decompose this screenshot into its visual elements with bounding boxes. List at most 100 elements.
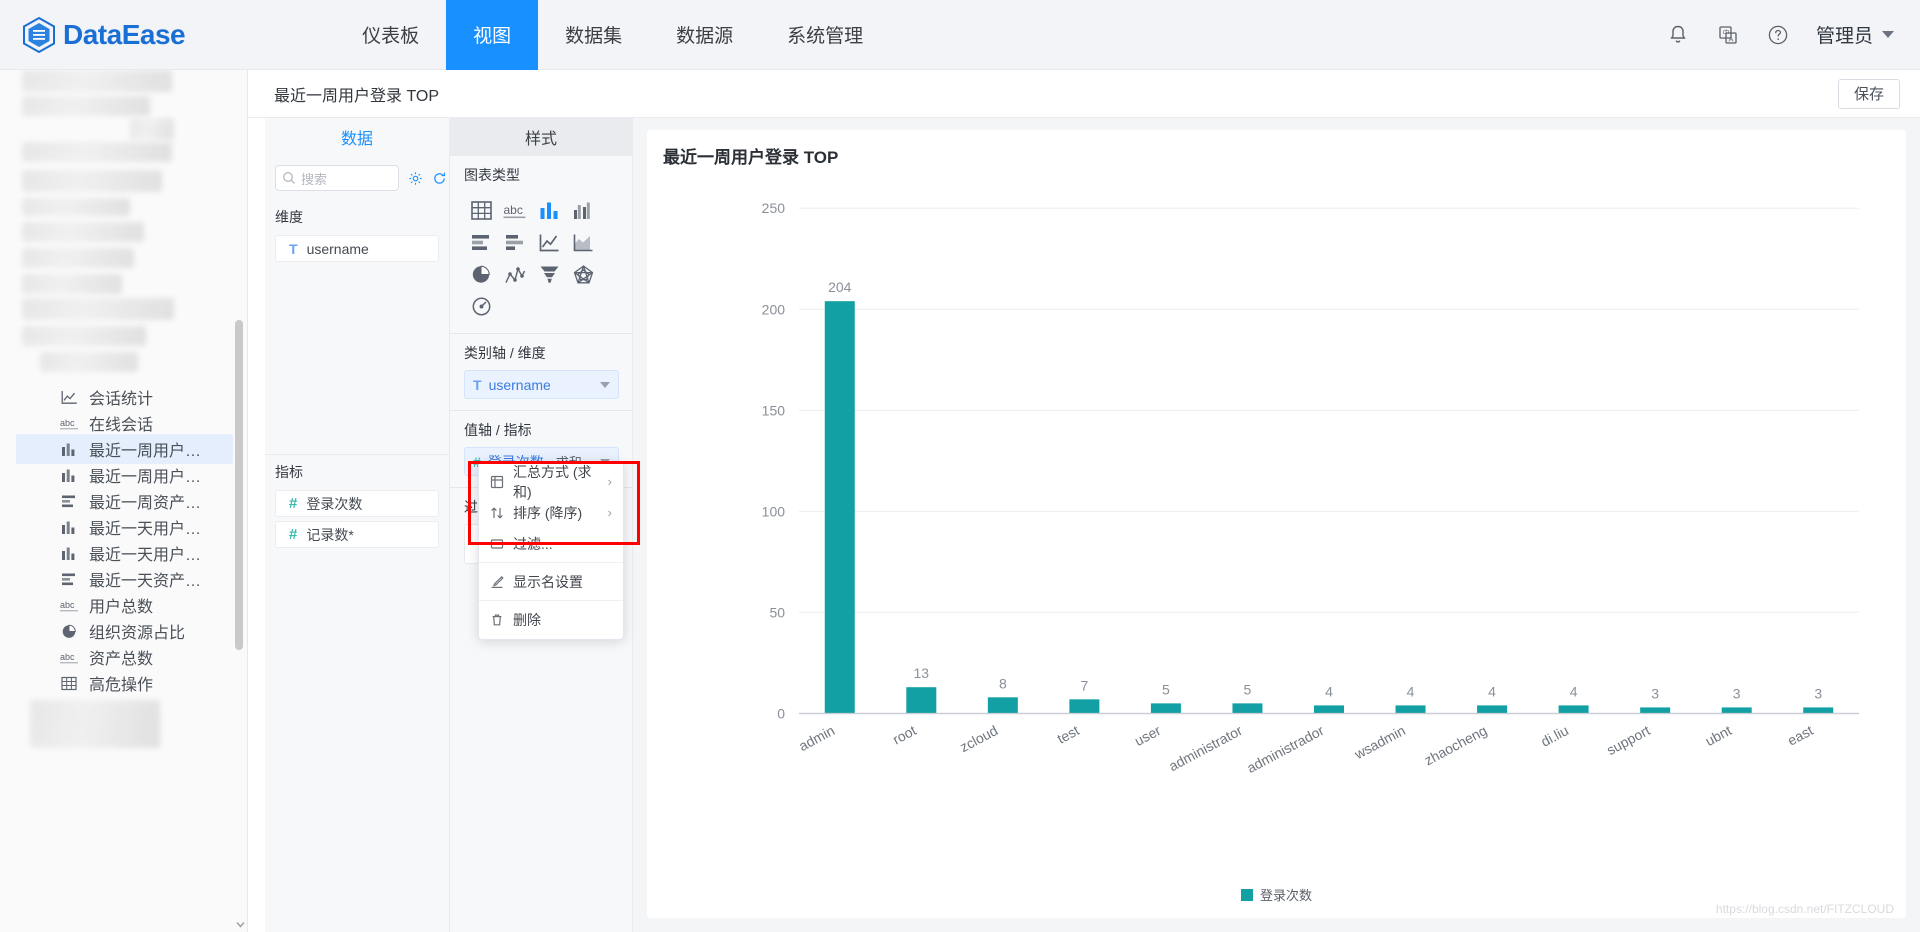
summary-icon xyxy=(490,475,504,489)
sidebar-item-label: 高危操作 xyxy=(89,677,154,694)
nav-item-dataset[interactable]: 数据集 xyxy=(538,0,649,70)
svg-text:0: 0 xyxy=(777,705,785,721)
svg-text:150: 150 xyxy=(762,402,786,418)
tab-style[interactable]: 样式 xyxy=(450,118,632,156)
chart-type-pie-icon[interactable] xyxy=(464,258,498,290)
redacted-block xyxy=(22,198,130,216)
sidebar-scrollbar-thumb[interactable] xyxy=(235,320,243,650)
metric-section: 指标 # 登录次数 # 记录数* xyxy=(265,455,449,548)
user-menu[interactable]: 管理员 xyxy=(1816,21,1894,48)
gear-icon[interactable] xyxy=(408,171,423,186)
menu-item-sort[interactable]: 排序 (降序) › xyxy=(479,497,623,528)
chart-type-funnel-icon[interactable] xyxy=(532,258,566,290)
menu-item-label: 汇总方式 (求和) xyxy=(513,463,592,500)
abc-text-icon: abc xyxy=(58,648,80,666)
nav-item-system[interactable]: 系统管理 xyxy=(760,0,890,70)
language-switch-icon[interactable]: 中 A xyxy=(1716,23,1740,47)
chart-type-gauge-icon[interactable] xyxy=(464,290,498,322)
svg-text:abc: abc xyxy=(60,418,75,428)
menu-item-filter[interactable]: 过滤... xyxy=(479,528,623,559)
brand-logo[interactable]: DataEase xyxy=(22,16,186,54)
nav-item-datasource[interactable]: 数据源 xyxy=(649,0,760,70)
bar-chart-icon xyxy=(58,518,80,536)
menu-item-label: 过滤... xyxy=(513,535,553,552)
svg-text:5: 5 xyxy=(1162,681,1170,697)
tab-data[interactable]: 数据 xyxy=(265,118,449,156)
sidebar-scrollbar[interactable] xyxy=(235,70,245,932)
svg-text:4: 4 xyxy=(1325,683,1333,699)
svg-text:3: 3 xyxy=(1814,685,1822,701)
svg-text:ubnt: ubnt xyxy=(1703,722,1735,749)
sidebar-item-label: 用户总数 xyxy=(89,599,154,616)
menu-item-aggregation[interactable]: 汇总方式 (求和) › xyxy=(479,464,623,500)
bar-chart-icon xyxy=(58,440,80,458)
svg-text:7: 7 xyxy=(1080,677,1088,693)
sort-icon xyxy=(490,506,504,520)
scroll-down-arrow-icon[interactable] xyxy=(235,917,246,928)
chart-type-area-icon[interactable] xyxy=(566,226,600,258)
menu-item-label: 排序 (降序) xyxy=(513,504,583,521)
nav-item-dashboard[interactable]: 仪表板 xyxy=(335,0,446,70)
chart-type-stacked-hbar-icon[interactable] xyxy=(498,226,532,258)
category-axis-select[interactable]: T username xyxy=(464,370,619,399)
number-type-icon: # xyxy=(289,526,298,543)
search-input[interactable]: 搜索 xyxy=(275,165,399,191)
redacted-block xyxy=(22,222,144,242)
metric-field-record-count[interactable]: # 记录数* xyxy=(275,521,439,548)
menu-item-delete[interactable]: 删除 xyxy=(479,604,623,635)
top-right-actions: 中 A 管理员 xyxy=(1666,21,1894,48)
refresh-icon[interactable] xyxy=(432,171,447,186)
search-icon xyxy=(282,171,296,185)
search-placeholder: 搜索 xyxy=(301,171,328,187)
chart-card: 最近一周用户登录 TOP 0 50 100 150 200 250 204 admin 13 ro… xyxy=(647,130,1906,918)
chart-type-text-abc-icon[interactable]: abc xyxy=(498,194,532,226)
help-question-icon[interactable] xyxy=(1766,23,1790,47)
data-panel: 数据 搜索 维度 T username 指标 # 登录次数 # 记录数* xyxy=(265,118,450,932)
svg-text:204: 204 xyxy=(828,279,852,295)
chevron-right-icon: › xyxy=(607,474,612,489)
chart-type-table-icon[interactable] xyxy=(464,194,498,226)
chart-type-scatter-icon[interactable] xyxy=(498,258,532,290)
sidebar-item-label: 在线会话 xyxy=(89,417,154,434)
sidebar-item-11[interactable]: 高危操作 xyxy=(16,668,233,698)
hexagon-logo-icon xyxy=(22,16,56,54)
svg-text:5: 5 xyxy=(1244,681,1252,697)
save-button[interactable]: 保存 xyxy=(1837,78,1900,109)
dimension-title: 维度 xyxy=(275,209,303,225)
chart-type-line-icon[interactable] xyxy=(532,226,566,258)
nav-item-view[interactable]: 视图 xyxy=(446,0,539,70)
chart-type-horizontal-bar-icon[interactable] xyxy=(464,226,498,258)
trash-icon xyxy=(490,613,504,627)
notification-bell-icon[interactable] xyxy=(1666,23,1690,47)
text-type-icon: T xyxy=(289,240,298,257)
svg-text:di.liu: di.liu xyxy=(1538,722,1571,750)
text-type-icon: T xyxy=(473,376,482,393)
redacted-block xyxy=(22,142,172,162)
page-title: 最近一周用户登录 TOP xyxy=(274,87,440,105)
legend-label: 登录次数 xyxy=(1259,888,1312,903)
horizontal-bar-icon xyxy=(58,492,80,510)
metric-field-login-count[interactable]: # 登录次数 xyxy=(275,490,439,517)
field-context-menu[interactable]: 汇总方式 (求和) › 排序 (降序) › 过滤... 显示名设置 删除 xyxy=(478,461,624,640)
chart-type-grid: abc xyxy=(464,194,632,322)
svg-text:wsadmin: wsadmin xyxy=(1351,722,1408,763)
menu-item-display-name[interactable]: 显示名设置 xyxy=(479,566,623,597)
svg-text:4: 4 xyxy=(1407,683,1415,699)
legend-color-swatch xyxy=(1240,888,1253,901)
redacted-block xyxy=(22,326,146,346)
chart-type-grouped-bar-icon[interactable] xyxy=(566,194,600,226)
svg-text:test: test xyxy=(1054,722,1081,747)
menu-item-label: 删除 xyxy=(513,611,541,628)
dimension-field-username[interactable]: T username xyxy=(275,235,439,262)
chart-type-bar-icon[interactable] xyxy=(532,194,566,226)
chart-type-radar-icon[interactable] xyxy=(566,258,600,290)
sidebar-item-label: 最近一周资产… xyxy=(89,495,202,512)
svg-text:zhaocheng: zhaocheng xyxy=(1422,722,1490,768)
redacted-block xyxy=(22,70,172,92)
main-navigation: 仪表板 视图 数据集 数据源 系统管理 xyxy=(335,0,890,70)
svg-text:4: 4 xyxy=(1570,683,1578,699)
chart-type-block: 图表类型 abc xyxy=(450,156,632,334)
redacted-block xyxy=(30,700,160,748)
svg-text:east: east xyxy=(1785,722,1816,749)
sidebar-item-label: 最近一天资产… xyxy=(89,573,202,590)
